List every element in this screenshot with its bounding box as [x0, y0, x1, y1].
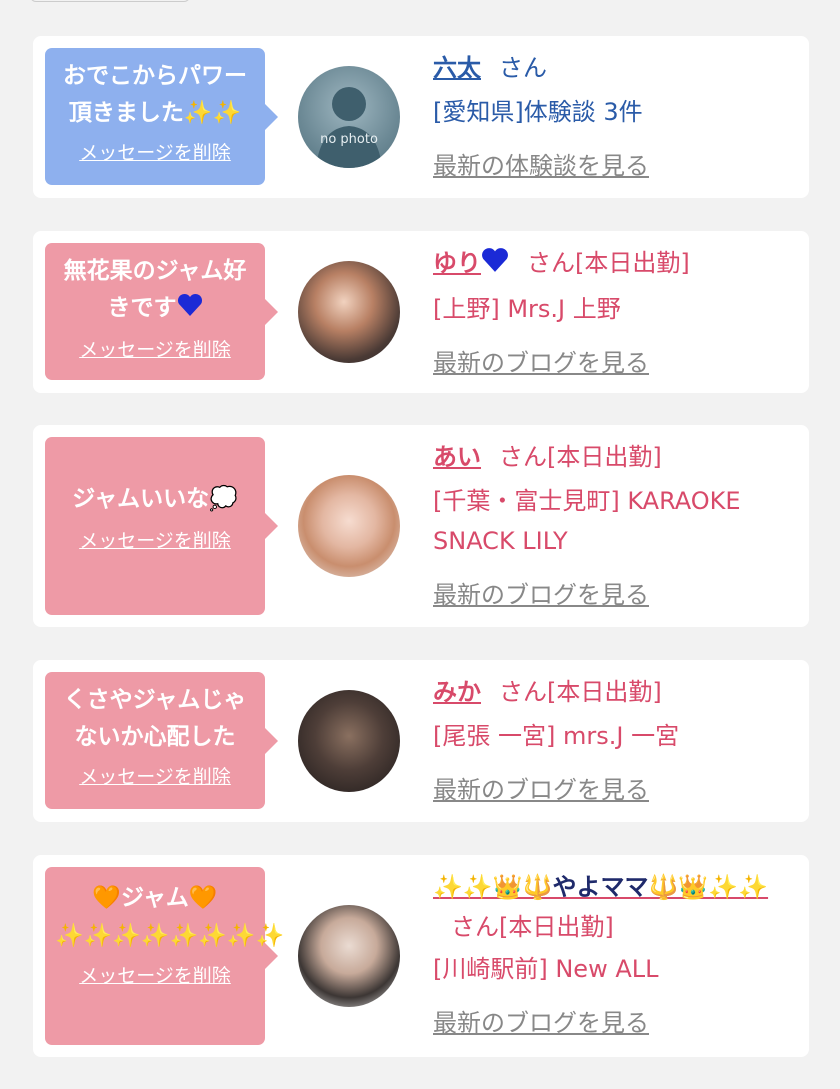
- user-info: ✨✨👑🔱やよママ🔱👑✨✨ さん[本日出勤] [川崎駅前] New ALL 最新のブ…: [433, 867, 789, 1043]
- avatar[interactable]: [298, 261, 400, 363]
- user-suffix: さん[本日出勤]: [499, 443, 662, 471]
- message-bubble: 🧡ジャム🧡 ✨✨✨✨✨✨✨✨ メッセージを削除: [45, 867, 285, 1045]
- avatar-text: no photo: [320, 132, 378, 147]
- avatar[interactable]: [298, 690, 400, 792]
- message-card: おでこからパワー頂きました✨✨ メッセージを削除 no photo 六太 さん […: [33, 36, 809, 198]
- user-suffix: さん[本日出勤]: [451, 913, 614, 941]
- shop-info: [千葉・富士見町] KARAOKE SNACK LILY: [433, 487, 741, 555]
- message-card: ジャムいいな💭 メッセージを削除 あい さん[本日出勤] [千葉・富士見町] KA…: [33, 425, 809, 627]
- shop-info: [尾張 一宮] mrs.J 一宮: [433, 722, 680, 750]
- delete-message-link[interactable]: メッセージを削除: [79, 335, 231, 362]
- user-name-link[interactable]: あい: [433, 443, 481, 471]
- user-info: 六太 さん [愛知県]体験談 3件 最新の体験談を見る: [433, 48, 789, 186]
- message-card: くさやジャムじゃないか心配した メッセージを削除 みか さん[本日出勤] [尾張 …: [33, 660, 809, 822]
- message-text: ジャムいいな💭: [72, 486, 238, 512]
- latest-blog-link[interactable]: 最新のブログを見る: [433, 575, 649, 615]
- delete-message-link[interactable]: メッセージを削除: [79, 526, 231, 553]
- delete-message-link[interactable]: メッセージを削除: [79, 138, 231, 165]
- delete-message-link[interactable]: メッセージを削除: [79, 762, 231, 789]
- shop-info: [愛知県]体験談 3件: [433, 98, 643, 126]
- message-text: 無花果のジャム好きです: [45, 253, 265, 329]
- shop-info: [上野] Mrs.J 上野: [433, 295, 621, 323]
- message-text: くさやジャムじゃないか心配した: [63, 687, 247, 750]
- user-name-line: あい さん[本日出勤]: [433, 437, 789, 477]
- message-card: 🧡ジャム🧡 ✨✨✨✨✨✨✨✨ メッセージを削除 ✨✨👑🔱やよママ🔱👑✨✨ さん[本…: [33, 855, 809, 1057]
- latest-blog-link[interactable]: 最新のブログを見る: [433, 1003, 649, 1043]
- message-bubble: 無花果のジャム好きです メッセージを削除: [45, 243, 278, 380]
- user-name-link[interactable]: ✨✨👑🔱やよママ🔱👑✨✨: [433, 873, 768, 901]
- avatar[interactable]: [298, 905, 400, 1007]
- message-text-body: 無花果のジャム好きです: [63, 258, 247, 321]
- user-name-line: 六太 さん: [433, 48, 789, 88]
- latest-blog-link[interactable]: 最新のブログを見る: [433, 770, 649, 810]
- user-name-line: あいゆりさん[本日出勤]: [433, 243, 789, 285]
- user-info: あいゆりさん[本日出勤] [上野] Mrs.J 上野 最新のブログを見る: [433, 243, 789, 383]
- user-suffix: さん[本日出勤]: [499, 678, 662, 706]
- message-list-page: おでこからパワー頂きました✨✨ メッセージを削除 no photo 六太 さん […: [0, 0, 840, 1089]
- message-text: おでこからパワー頂きました✨✨: [63, 63, 247, 126]
- message-text: 🧡ジャム🧡 ✨✨✨✨✨✨✨✨: [55, 885, 285, 949]
- previous-element-edge: [30, 0, 190, 2]
- latest-reviews-link[interactable]: 最新の体験談を見る: [433, 146, 649, 186]
- blue-heart-icon: [481, 245, 509, 285]
- no-photo-avatar-icon: [316, 87, 382, 168]
- user-name-link[interactable]: みか: [433, 678, 481, 706]
- message-bubble: ジャムいいな💭 メッセージを削除: [45, 437, 278, 615]
- user-suffix: さん: [499, 54, 547, 82]
- delete-message-link[interactable]: メッセージを削除: [79, 961, 231, 988]
- user-info: みか さん[本日出勤] [尾張 一宮] mrs.J 一宮 最新のブログを見る: [433, 672, 789, 810]
- user-info: あい さん[本日出勤] [千葉・富士見町] KARAOKE SNACK LILY …: [433, 437, 789, 615]
- message-bubble: くさやジャムじゃないか心配した メッセージを削除: [45, 672, 278, 809]
- user-suffix: さん[本日出勤]: [527, 249, 690, 277]
- user-name-link[interactable]: あいゆり: [433, 248, 509, 277]
- message-card: 無花果のジャム好きです メッセージを削除 あいゆりさん[本日出勤] [上野] M…: [33, 231, 809, 393]
- avatar[interactable]: [298, 475, 400, 577]
- shop-info: [川崎駅前] New ALL: [433, 955, 659, 983]
- user-name-line: みか さん[本日出勤]: [433, 672, 789, 712]
- user-name-link[interactable]: 六太: [433, 54, 481, 82]
- message-bubble: おでこからパワー頂きました✨✨ メッセージを削除: [45, 48, 278, 185]
- avatar[interactable]: no photo: [298, 66, 400, 168]
- blue-heart-icon: [177, 292, 203, 329]
- user-name-line: ✨✨👑🔱やよママ🔱👑✨✨ さん[本日出勤]: [433, 867, 789, 947]
- user-name-text: ゆり: [433, 249, 481, 277]
- latest-blog-link[interactable]: 最新のブログを見る: [433, 343, 649, 383]
